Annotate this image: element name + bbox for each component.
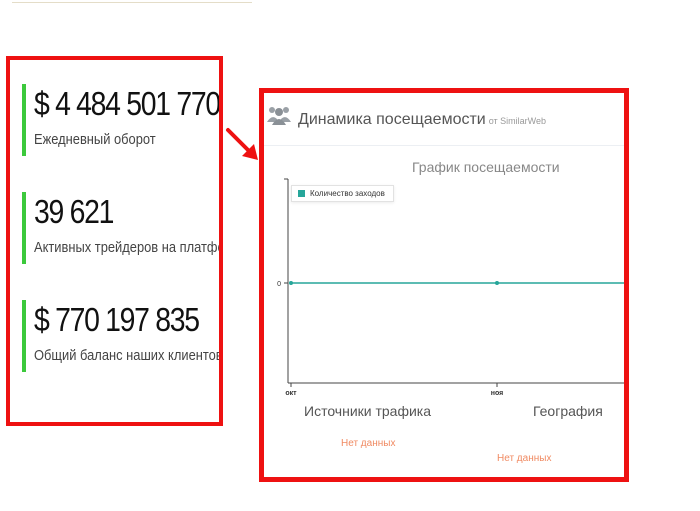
stat-label: Ежедневный оборот bbox=[34, 131, 156, 148]
stat-label: Общий баланс наших клиентов bbox=[34, 347, 223, 364]
panel-header: Динамика посещаемости от SimilarWeb bbox=[264, 93, 624, 146]
geography-no-data: Нет данных bbox=[497, 453, 552, 464]
top-divider bbox=[12, 2, 252, 3]
legend-swatch bbox=[298, 190, 305, 197]
traffic-sources-title: Источники трафика bbox=[304, 403, 432, 419]
x-tick-label: ноя bbox=[491, 390, 504, 397]
stat-client-balance: $ 770 197 835 Общий баланс наших клиенто… bbox=[22, 300, 223, 372]
panel-title: Динамика посещаемости от SimilarWeb bbox=[298, 111, 546, 129]
stat-value: $ 4 484 501 770 bbox=[34, 85, 220, 122]
arrow-icon bbox=[226, 128, 258, 160]
stats-panel: $ 4 484 501 770 Ежедневный оборот 39 621… bbox=[6, 56, 223, 426]
legend-label: Количество заходов bbox=[310, 189, 385, 198]
stat-value: 39 621 bbox=[34, 193, 114, 230]
x-tick-label: окт bbox=[285, 390, 297, 397]
traffic-dynamics-panel: Динамика посещаемости от SimilarWeb Графи… bbox=[259, 88, 629, 482]
stat-daily-turnover: $ 4 484 501 770 Ежедневный оборот bbox=[22, 84, 220, 156]
panel-source: от SimilarWeb bbox=[488, 116, 547, 126]
stat-value: $ 770 197 835 bbox=[34, 301, 200, 338]
users-icon bbox=[267, 107, 291, 125]
geography-title: География bbox=[533, 403, 603, 419]
data-point bbox=[495, 281, 499, 285]
panel-title-text: Динамика посещаемости bbox=[298, 111, 486, 128]
chart-legend[interactable]: Количество заходов bbox=[291, 185, 394, 202]
y-tick-label: 0 bbox=[277, 281, 281, 288]
stat-active-traders: 39 621 Активных трейдеров на платформе bbox=[22, 192, 223, 264]
traffic-chart: 0 окт ноя bbox=[277, 178, 624, 397]
data-point bbox=[289, 281, 293, 285]
traffic-sources-no-data: Нет данных bbox=[341, 438, 396, 449]
stat-label: Активных трейдеров на платформе bbox=[34, 239, 223, 256]
